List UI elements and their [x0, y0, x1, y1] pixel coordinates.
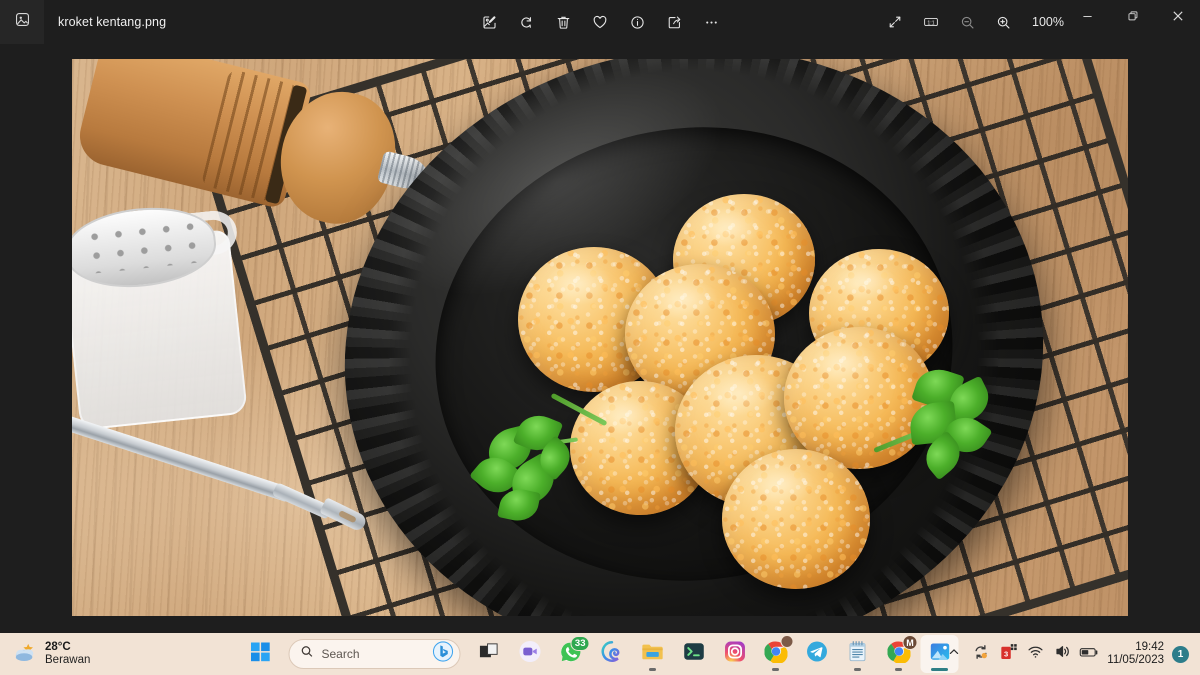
video-chat-icon	[518, 640, 541, 668]
running-indicator	[649, 668, 656, 671]
taskbar-app-telegram[interactable]	[798, 635, 836, 673]
edit-image-button[interactable]	[474, 8, 504, 36]
start-button[interactable]	[242, 635, 280, 673]
clock-date: 11/05/2023	[1107, 654, 1164, 666]
folder-icon	[641, 640, 665, 668]
parsley-garnish	[862, 359, 1002, 489]
zoom-level-label: 100%	[1032, 15, 1064, 29]
app-icon-chip	[0, 0, 44, 44]
image-toolbar	[474, 0, 726, 44]
task-view-button[interactable]	[470, 635, 508, 673]
delete-button[interactable]	[548, 8, 578, 36]
red-app-icon: 3	[1000, 643, 1017, 665]
weather-widget[interactable]: 28°C Berawan	[0, 639, 100, 670]
photo-icon	[14, 11, 31, 33]
actual-size-button[interactable]: 1:1	[916, 8, 946, 36]
favorite-button[interactable]	[585, 8, 615, 36]
svg-text:1:1: 1:1	[927, 20, 934, 26]
minimize-button[interactable]	[1065, 0, 1110, 32]
copilot-icon	[600, 640, 623, 668]
tray-battery-icon[interactable]	[1076, 637, 1102, 671]
svg-text:3: 3	[1004, 649, 1008, 658]
view-controls: 1:1 100%	[880, 0, 1066, 44]
running-indicator	[772, 668, 779, 671]
speaker-icon	[1054, 643, 1071, 665]
chevron-up-icon	[948, 645, 960, 663]
title-bar: kroket kentang.png 1:1 100%	[0, 0, 1200, 44]
notification-badge[interactable]: 1	[1172, 645, 1189, 663]
wifi-icon	[1027, 643, 1044, 665]
clock[interactable]: 19:42 11/05/2023	[1103, 641, 1171, 667]
taskbar-app-copilot[interactable]	[593, 635, 631, 673]
taskbar-app-instagram[interactable]	[716, 635, 754, 673]
notepad-icon	[847, 640, 869, 668]
rotate-button[interactable]	[511, 8, 541, 36]
info-button[interactable]	[622, 8, 652, 36]
photos-window: kroket kentang.png 1:1 100%	[0, 0, 1200, 633]
fullscreen-button[interactable]	[880, 8, 910, 36]
tray-app-icon[interactable]: 3	[995, 637, 1021, 671]
screen: kroket kentang.png 1:1 100% 28°C Berawan…	[0, 0, 1200, 675]
weather-condition: Berawan	[45, 654, 91, 666]
chrome-profile-badge	[780, 635, 794, 648]
image-canvas[interactable]	[0, 44, 1200, 633]
tray-volume-icon[interactable]	[1049, 637, 1075, 671]
parsley-garnish	[469, 392, 620, 529]
taskbar-app-notepad[interactable]	[839, 635, 877, 673]
restore-button[interactable]	[1110, 0, 1155, 32]
show-hidden-icons-button[interactable]	[941, 637, 967, 671]
taskbar-app-chrome-2[interactable]: M	[880, 635, 918, 673]
weather-temperature: 28°C	[45, 641, 71, 654]
clock-time: 19:42	[1135, 640, 1164, 653]
taskbar-center: Search 33 M	[242, 635, 959, 673]
sun-behind-cloud-icon	[12, 641, 38, 668]
more-options-button[interactable]	[696, 8, 726, 36]
taskbar-app-chrome-1[interactable]	[757, 635, 795, 673]
telegram-icon	[805, 640, 828, 668]
sync-icon	[972, 643, 990, 666]
windows-logo-icon	[251, 642, 271, 667]
photo-image	[72, 59, 1128, 616]
taskbar-app-whatsapp[interactable]: 33	[552, 635, 590, 673]
weather-text: 28°C Berawan	[45, 641, 90, 667]
taskbar-app-terminal[interactable]	[675, 635, 713, 673]
system-tray: 3 19:42 11/05/2023 1	[941, 637, 1200, 671]
salt-shaker	[72, 180, 260, 431]
running-indicator	[895, 668, 902, 671]
close-button[interactable]	[1155, 0, 1200, 32]
search-placeholder: Search	[321, 647, 360, 661]
whatsapp-badge: 33	[570, 636, 590, 651]
instagram-icon	[723, 640, 746, 668]
search-input[interactable]: Search	[288, 639, 461, 669]
bing-icon[interactable]	[432, 641, 454, 667]
taskbar-app-chat[interactable]	[511, 635, 549, 673]
file-name-label: kroket kentang.png	[58, 15, 167, 29]
croquette	[722, 449, 870, 589]
window-controls	[1065, 0, 1200, 44]
running-indicator	[854, 668, 861, 671]
terminal-icon	[682, 640, 705, 668]
task-view-icon	[478, 641, 499, 667]
battery-icon	[1079, 644, 1099, 665]
zoom-out-button[interactable]	[952, 8, 982, 36]
tray-sync-icon[interactable]	[968, 637, 994, 671]
chrome-profile-badge-m: M	[902, 635, 918, 650]
search-icon	[301, 645, 314, 663]
taskbar: 28°C Berawan Search 33 M 3 19:42 11/05/2…	[0, 633, 1200, 675]
tray-network-icon[interactable]	[1022, 637, 1048, 671]
share-button[interactable]	[659, 8, 689, 36]
taskbar-app-file-explorer[interactable]	[634, 635, 672, 673]
zoom-in-button[interactable]	[988, 8, 1018, 36]
